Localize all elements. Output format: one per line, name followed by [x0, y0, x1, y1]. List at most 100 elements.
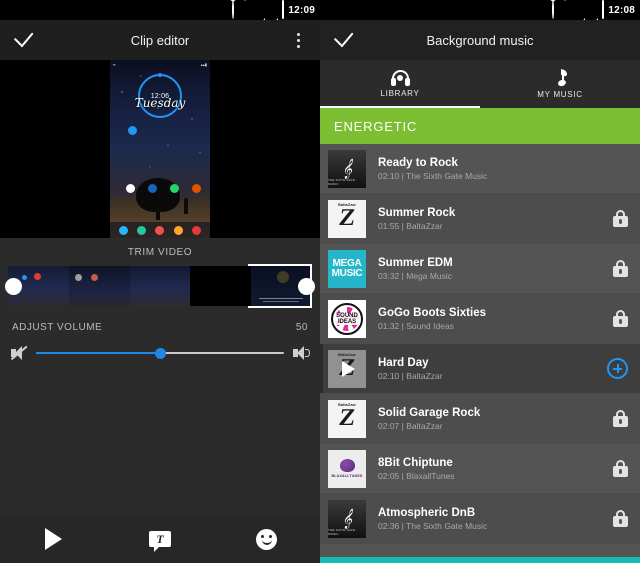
category-header: ENERGETIC — [320, 108, 640, 144]
status-bar-clock: 12:09 — [288, 4, 315, 16]
album-art: 𝄞 THE SIXTH GATE MUSIC — [328, 499, 366, 538]
track-subtitle: 02:10 | The Sixth Gate Music — [378, 170, 488, 181]
table-row[interactable]: BaltaZzar Z Summer Rock 01:55 | BaltaZzar — [320, 194, 640, 244]
tab-my-music-label: MY MUSIC — [537, 89, 583, 99]
table-row[interactable]: BLAXALLTUNES 8Bit Chiptune 02:05 | Blaxa… — [320, 444, 640, 494]
table-row[interactable]: 𝄞 THE SIXTH GATE MUSIC Ready to Rock 02:1… — [320, 144, 640, 194]
app-icon-play-store — [126, 184, 135, 193]
trim-handle-left[interactable] — [5, 277, 22, 295]
music-note-icon — [552, 68, 568, 87]
track-title: Atmospheric DnB — [378, 506, 476, 519]
lock-icon[interactable] — [613, 310, 628, 327]
trim-video-label: TRIM VIDEO — [127, 247, 193, 258]
dock — [110, 222, 210, 238]
lock-icon[interactable] — [613, 210, 628, 227]
wifi-icon — [558, 0, 573, 19]
tab-library[interactable]: LIBRARY — [320, 60, 480, 108]
tab-library-label: LIBRARY — [380, 89, 420, 98]
alarm-icon — [552, 0, 555, 19]
trim-handle-right[interactable] — [298, 277, 315, 295]
confirm-check-icon[interactable] — [332, 27, 358, 53]
trim-filmstrip[interactable] — [5, 264, 315, 308]
volume-slider[interactable] — [36, 347, 284, 359]
album-art: SOUND IDEAS — [328, 299, 366, 338]
track-subtitle: 01:32 | Sound Ideas — [378, 320, 454, 331]
video-preview[interactable]: ▪▪ ▴▴▮ 12:06 Tuesday — [0, 60, 320, 238]
add-text-button[interactable]: T — [138, 522, 182, 556]
page-title: Background music — [426, 32, 534, 48]
track-meta: Summer EDM 03:32 | Mega Music — [378, 257, 613, 281]
app-icon-blue — [148, 184, 157, 193]
album-art: BaltaZzar Z — [328, 199, 366, 238]
category-label: ENERGETIC — [334, 118, 418, 134]
headphones-icon — [390, 70, 410, 86]
track-meta: GoGo Boots Sixties 01:32 | Sound Ideas — [378, 307, 613, 331]
play-button[interactable] — [31, 522, 75, 556]
wifi-icon — [238, 0, 253, 19]
track-meta: Ready to Rock 02:10 | The Sixth Gate Mus… — [378, 157, 628, 181]
app-icon-whatsapp — [170, 184, 179, 193]
track-subtitle: 01:55 | BaltaZzar — [378, 220, 443, 231]
dock-icon-chrome — [191, 225, 201, 235]
track-subtitle: 02:10 | BaltaZzar — [378, 370, 443, 381]
lock-icon[interactable] — [613, 460, 628, 477]
day-label: Tuesday — [134, 96, 186, 110]
signal-icon-2 — [589, 1, 599, 29]
volume-value: 50 — [295, 322, 308, 333]
track-subtitle: 02:07 | BaltaZzar — [378, 420, 443, 431]
add-sticker-button[interactable] — [245, 522, 289, 556]
volume-slider-thumb[interactable] — [154, 347, 166, 359]
app-icon-t — [128, 126, 137, 135]
volume-slider-row[interactable] — [0, 335, 320, 361]
signal-icon-1 — [256, 1, 266, 29]
alarm-icon — [232, 0, 235, 19]
dock-icon-messages — [137, 225, 147, 235]
status-bar: 12:09 — [0, 0, 320, 29]
signal-icon-1 — [576, 1, 586, 29]
track-title: Ready to Rock — [378, 156, 458, 169]
table-row[interactable]: BaltaZzar Z Solid Garage Rock 02:07 | Bal… — [320, 394, 640, 444]
table-row[interactable]: SOUND IDEAS GoGo Boots Sixties 01:32 | So… — [320, 294, 640, 344]
track-meta: Hard Day 02:10 | BaltaZzar — [378, 357, 607, 381]
app-icon-orange — [192, 184, 201, 193]
signal-icon-2 — [269, 1, 279, 29]
volume-up-icon[interactable] — [292, 345, 310, 361]
person-silhouette — [184, 198, 188, 214]
battery-icon — [282, 0, 285, 19]
table-row[interactable]: BaltaZzar Z Hard Day 02:10 | BaltaZzar — [320, 344, 640, 394]
overflow-menu-icon[interactable] — [288, 28, 308, 52]
lock-icon[interactable] — [613, 260, 628, 277]
volume-mute-icon[interactable] — [10, 345, 28, 361]
track-title: Hard Day — [378, 356, 429, 369]
filmstrip-frame — [129, 266, 191, 306]
track-title: Solid Garage Rock — [378, 406, 481, 419]
status-bar-system: 12:08 — [552, 0, 635, 29]
app-bar: Background music — [320, 20, 640, 60]
status-bar: 12:08 — [320, 0, 640, 29]
confirm-check-icon[interactable] — [12, 27, 38, 53]
play-overlay-icon[interactable] — [328, 349, 366, 388]
sticker-icon — [256, 528, 278, 550]
battery-icon — [602, 0, 605, 19]
add-track-icon[interactable] — [607, 358, 628, 379]
lock-icon[interactable] — [613, 410, 628, 427]
table-row[interactable]: MEGA MUSIC Summer EDM 03:32 | Mega Music — [320, 244, 640, 294]
lock-icon[interactable] — [613, 510, 628, 527]
track-title: Summer EDM — [378, 256, 453, 269]
tab-my-music[interactable]: MY MUSIC — [480, 60, 640, 108]
dual-screenshot-comparison: 12:09 Clip editor ▪▪ ▴▴▮ 12:06 Tuesday T… — [0, 0, 640, 563]
filmstrip-frame — [68, 266, 130, 306]
track-meta: 8Bit Chiptune 02:05 | BlaxallTunes — [378, 457, 613, 481]
track-subtitle: 03:32 | Mega Music — [378, 270, 453, 281]
page-title: Clip editor — [130, 32, 190, 48]
adjust-volume-label: ADJUST VOLUME — [12, 322, 103, 333]
dock-icon-phone — [119, 225, 129, 235]
editor-toolbar: T — [0, 515, 320, 563]
volume-header: ADJUST VOLUME 50 — [0, 306, 320, 335]
table-row[interactable]: 𝄞 THE SIXTH GATE MUSIC Atmospheric DnB 02… — [320, 494, 640, 544]
track-subtitle: 02:36 | The Sixth Gate Music — [378, 520, 488, 531]
preview-frame: ▪▪ ▴▴▮ 12:06 Tuesday — [110, 60, 210, 238]
track-subtitle: 02:05 | BlaxallTunes — [378, 470, 455, 481]
status-bar-clock: 12:08 — [608, 4, 635, 16]
track-title: Summer Rock — [378, 206, 456, 219]
